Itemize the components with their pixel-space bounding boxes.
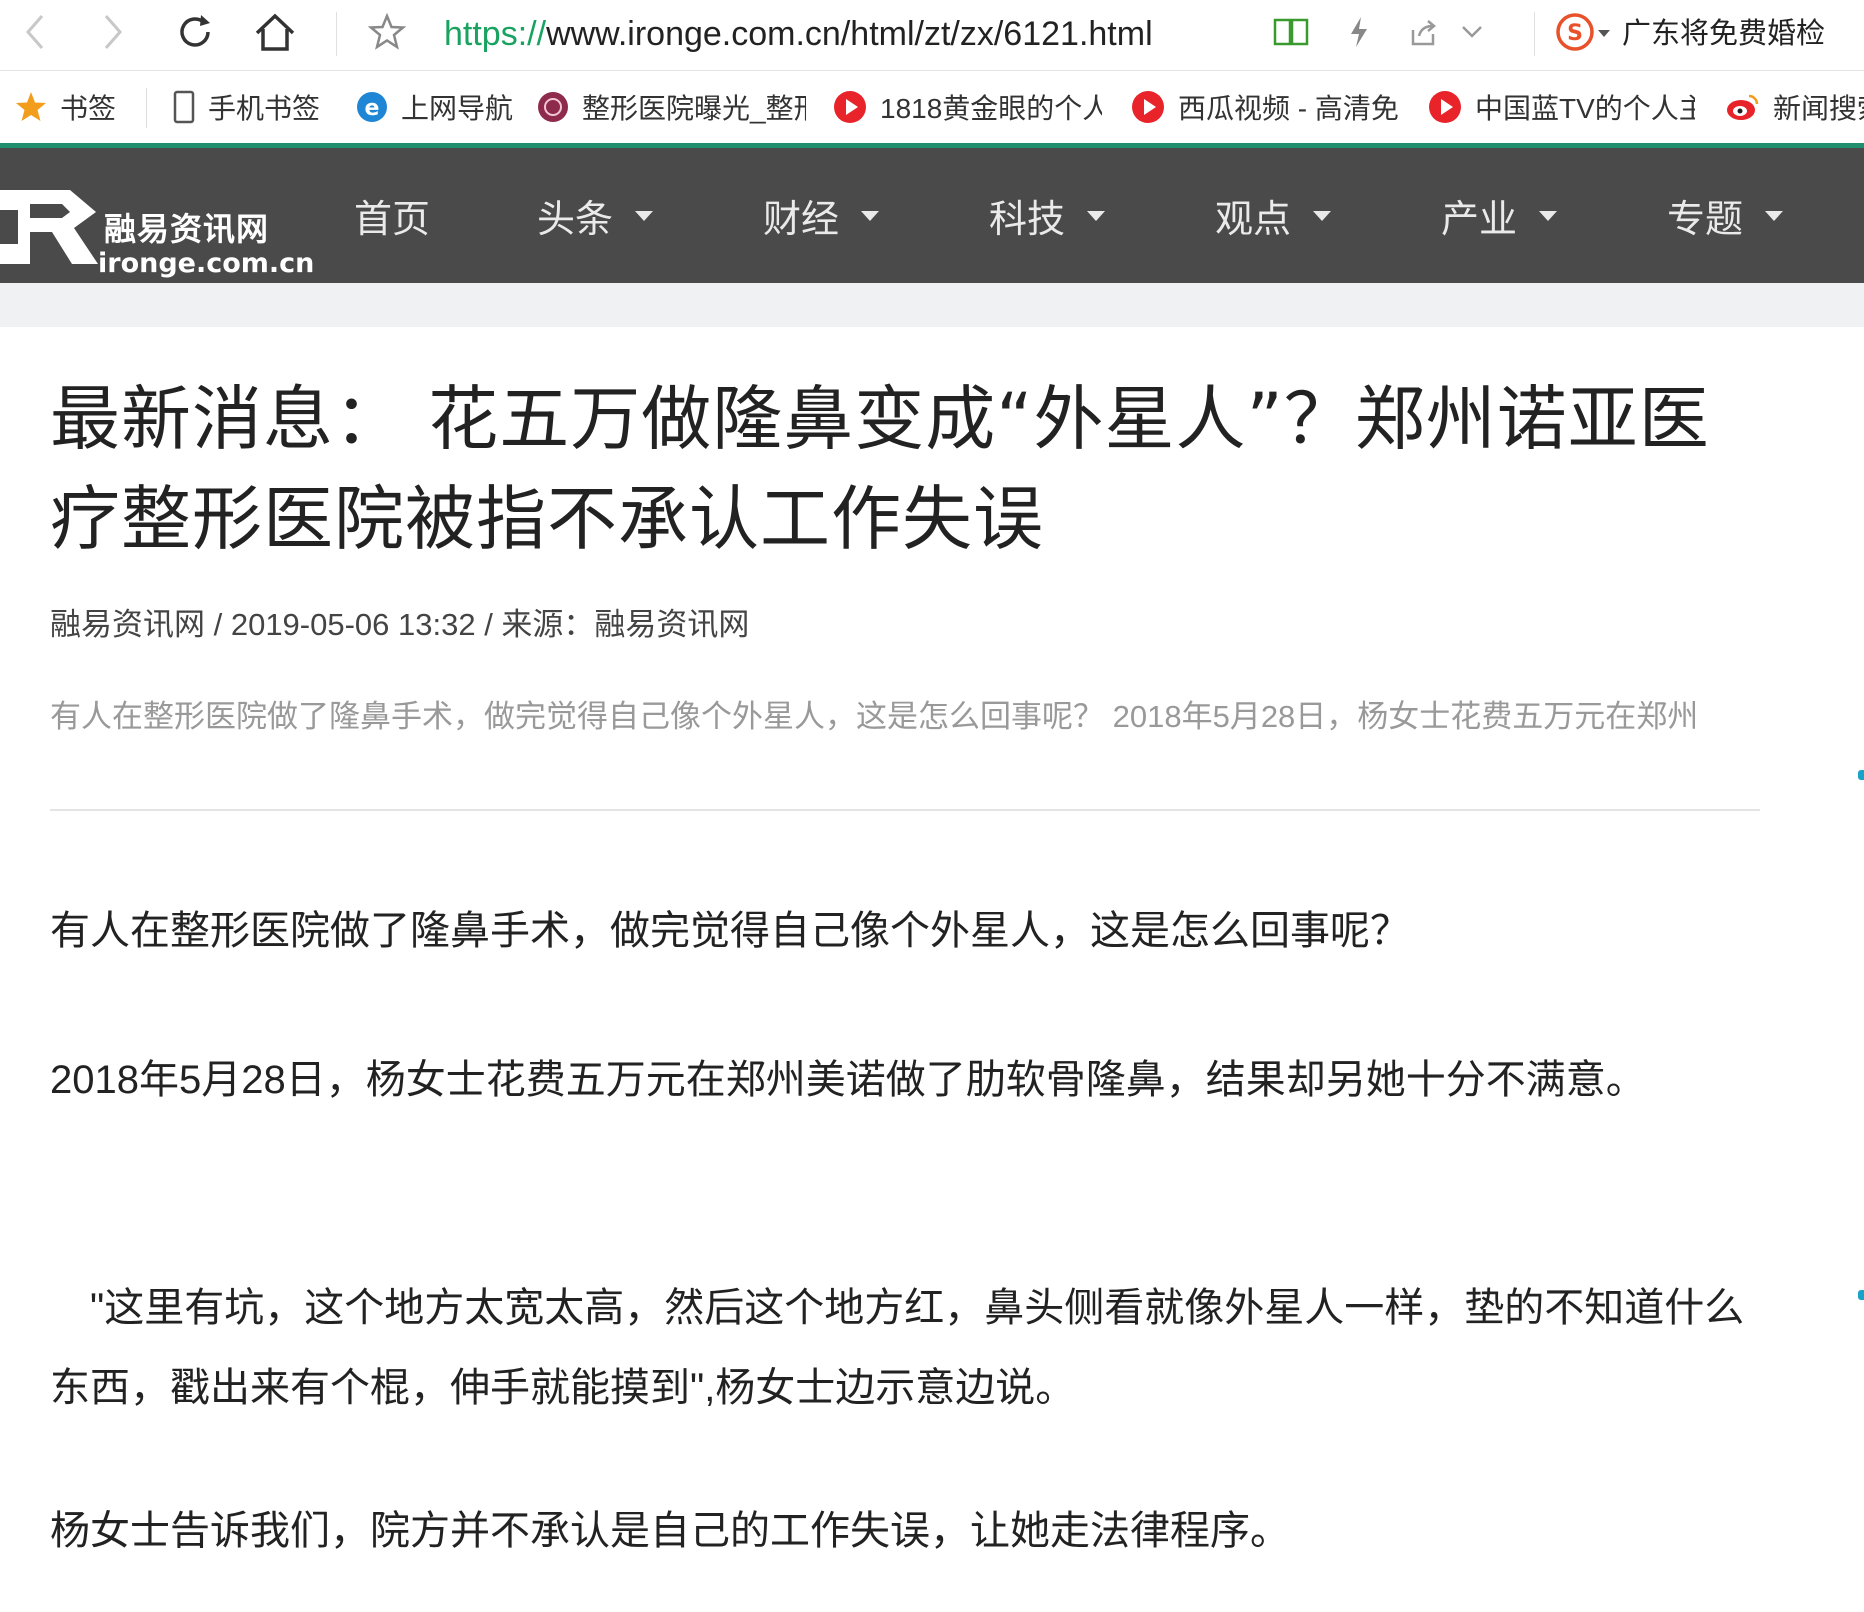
bookmark-item-news-search[interactable]: 新闻搜索 xyxy=(1725,71,1864,143)
bookmark-star-button[interactable] xyxy=(362,10,412,58)
nav-item-headlines[interactable]: 头条 xyxy=(537,148,654,283)
header-spacer xyxy=(0,283,1864,327)
nav-label: 财经 xyxy=(763,199,840,241)
article-divider xyxy=(50,809,1760,811)
star-outline-icon xyxy=(367,12,407,56)
svg-text:e: e xyxy=(365,96,380,121)
nav-label: 产业 xyxy=(1441,199,1518,241)
more-dropdown-button[interactable] xyxy=(1460,10,1484,58)
chevron-right-icon xyxy=(98,12,128,57)
side-widget-edge[interactable] xyxy=(1858,1290,1864,1300)
caret-down-icon xyxy=(1765,210,1784,221)
url-text: www.ironge.com.cn/html/zt/zx/6121.html xyxy=(546,15,1153,53)
bookmark-item-xigua[interactable]: 西瓜视频 - 高清免 xyxy=(1130,71,1398,143)
toolbar-divider xyxy=(1534,12,1535,56)
nav-label: 科技 xyxy=(989,199,1066,241)
article-paragraph: 杨女士告诉我们，院方并不承认是自己的工作失误，让她走法律程序。 xyxy=(50,1509,1290,1553)
bookmark-item-plastic-surgery[interactable]: 整形医院曝光_整形 xyxy=(536,71,806,143)
bookmark-label: 上网导航 xyxy=(401,93,514,124)
nav-item-opinion[interactable]: 观点 xyxy=(1215,148,1332,283)
forward-button[interactable] xyxy=(88,10,138,58)
bookmark-item-bookmarks[interactable]: 书签 xyxy=(14,71,134,143)
caret-down-icon xyxy=(1597,25,1611,43)
svg-text:S: S xyxy=(1567,21,1583,46)
browser-toolbar: https://www.ironge.com.cn/html/zt/zx/612… xyxy=(0,0,1864,71)
bookmarks-divider xyxy=(146,88,147,128)
bookmark-label: 中国蓝TV的个人主 xyxy=(1475,93,1695,124)
back-button[interactable] xyxy=(10,10,60,58)
video-play-icon xyxy=(1427,89,1463,125)
bookmark-label: 西瓜视频 - 高清免 xyxy=(1178,93,1398,124)
article-summary: 有人在整形医院做了隆鼻手术，做完觉得自己像个外星人，这是怎么回事呢？ 2018年… xyxy=(50,699,1699,734)
caret-down-icon xyxy=(1539,210,1558,221)
article-meta: 融易资讯网 / 2019-05-06 13:32 / 来源：融易资讯网 xyxy=(50,607,750,642)
nav-label: 首页 xyxy=(354,199,431,241)
nav-item-home[interactable]: 首页 xyxy=(354,148,430,283)
ie-icon: e xyxy=(355,90,389,124)
nav-label: 头条 xyxy=(537,199,614,241)
site-logo-icon xyxy=(536,90,570,124)
bookmark-item-1818[interactable]: 1818黄金眼的个人 xyxy=(832,71,1102,143)
sogou-logo-icon: S xyxy=(1555,12,1595,57)
caret-down-icon xyxy=(635,210,654,221)
bookmark-label: 整形医院曝光_整形 xyxy=(582,93,806,124)
search-box[interactable]: 广东将免费婚检 xyxy=(1622,10,1825,58)
caret-down-icon xyxy=(1087,210,1106,221)
video-play-icon xyxy=(1130,89,1166,125)
nav-item-tech[interactable]: 科技 xyxy=(989,148,1106,283)
nav-item-industry[interactable]: 产业 xyxy=(1441,148,1558,283)
bookmarks-bar: 书签 手机书签 e 上网导航 整形医院曝光_整形 1818黄金眼的个人 西瓜视频… xyxy=(0,71,1864,143)
lightning-icon xyxy=(1347,15,1371,54)
bookmark-item-cztv[interactable]: 中国蓝TV的个人主 xyxy=(1427,71,1695,143)
logo-text-en: ironge.com.cn xyxy=(98,248,315,279)
nav-item-topics[interactable]: 专题 xyxy=(1667,148,1784,283)
nav-label: 专题 xyxy=(1667,199,1744,241)
site-logo[interactable]: 融易资讯网 ironge.com.cn xyxy=(0,168,314,279)
chevron-left-icon xyxy=(20,12,50,57)
book-icon xyxy=(1273,17,1309,52)
share-button[interactable] xyxy=(1400,10,1446,58)
bookmark-label: 新闻搜索 xyxy=(1773,93,1864,124)
weibo-icon xyxy=(1725,91,1761,123)
speed-mode-button[interactable] xyxy=(1336,10,1382,58)
bookmark-label: 书签 xyxy=(60,93,117,124)
reload-button[interactable] xyxy=(168,10,222,58)
logo-text-cn: 融易资讯网 xyxy=(104,210,270,248)
article-paragraph: 2018年5月28日，杨女士花费五万元在郑州美诺做了肋软骨隆鼻，结果却另她十分不… xyxy=(50,1058,1646,1102)
bookmark-item-navigation[interactable]: e 上网导航 xyxy=(355,71,515,143)
address-bar[interactable]: https://www.ironge.com.cn/html/zt/zx/612… xyxy=(444,10,1153,58)
home-button[interactable] xyxy=(248,10,302,58)
site-header: 融易资讯网 ironge.com.cn 首页 头条 财经 科技 观点 产业 专题 xyxy=(0,143,1864,283)
search-engine-button[interactable]: S xyxy=(1548,10,1618,58)
chevron-down-icon xyxy=(1460,23,1484,46)
side-widget-edge[interactable] xyxy=(1858,770,1864,780)
home-icon xyxy=(253,11,297,58)
logo-mark-icon xyxy=(0,190,98,264)
nav-item-finance[interactable]: 财经 xyxy=(763,148,880,283)
url-scheme: https:// xyxy=(444,15,547,53)
caret-down-icon xyxy=(861,210,880,221)
caret-down-icon xyxy=(1313,210,1332,221)
reader-mode-button[interactable] xyxy=(1268,10,1314,58)
bookmark-label: 手机书签 xyxy=(208,93,321,124)
bookmark-label: 1818黄金眼的个人 xyxy=(880,93,1102,124)
share-icon xyxy=(1407,16,1439,53)
bookmark-item-mobile[interactable]: 手机书签 xyxy=(172,71,342,143)
phone-icon xyxy=(172,90,196,124)
article-paragraph: 有人在整形医院做了隆鼻手术，做完觉得自己像个外星人，这是怎么回事呢？ xyxy=(50,909,1410,953)
article-title: 最新消息： 花五万做隆鼻变成“外星人”？郑州诺亚医疗整形医院被指不承认工作失误 xyxy=(50,378,1710,560)
article-paragraph: "这里有坑，这个地方太宽太高，然后这个地方红，鼻头侧看就像外星人一样，垫的不知道… xyxy=(50,1286,1745,1410)
reload-icon xyxy=(174,11,216,58)
toolbar-divider xyxy=(336,12,337,56)
nav-label: 观点 xyxy=(1215,199,1292,241)
star-icon xyxy=(14,90,48,124)
video-play-icon xyxy=(832,89,868,125)
